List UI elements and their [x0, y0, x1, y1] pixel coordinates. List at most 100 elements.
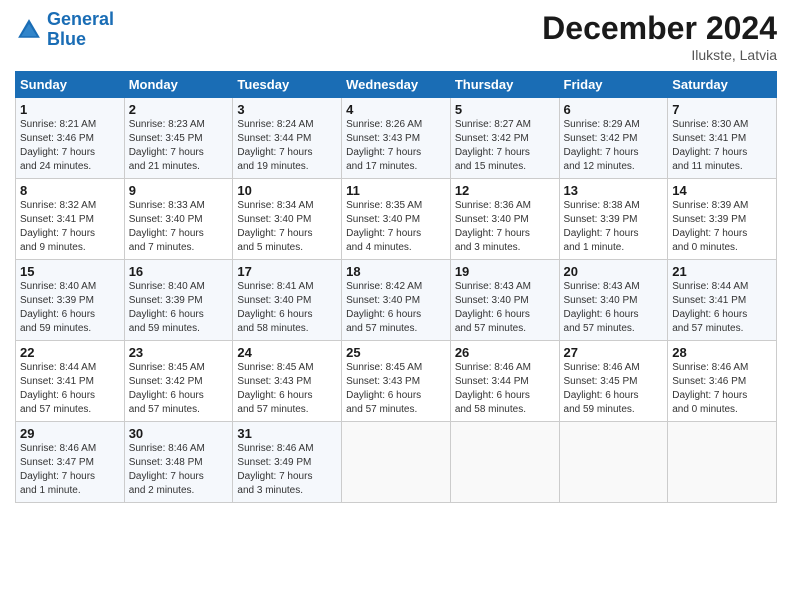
calendar-cell: 3Sunrise: 8:24 AM Sunset: 3:44 PM Daylig…	[233, 98, 342, 179]
day-number: 22	[20, 345, 120, 360]
logo: General Blue	[15, 10, 114, 50]
day-info: Sunrise: 8:44 AM Sunset: 3:41 PM Dayligh…	[672, 280, 772, 336]
day-number: 18	[346, 264, 446, 279]
day-number: 2	[129, 102, 229, 117]
logo-icon	[15, 16, 43, 44]
day-number: 16	[129, 264, 229, 279]
calendar-cell: 20Sunrise: 8:43 AM Sunset: 3:40 PM Dayli…	[559, 260, 668, 341]
day-number: 8	[20, 183, 120, 198]
calendar-cell: 29Sunrise: 8:46 AM Sunset: 3:47 PM Dayli…	[16, 422, 125, 503]
day-number: 14	[672, 183, 772, 198]
day-info: Sunrise: 8:43 AM Sunset: 3:40 PM Dayligh…	[564, 280, 664, 336]
day-info: Sunrise: 8:27 AM Sunset: 3:42 PM Dayligh…	[455, 118, 555, 174]
calendar-table: Sunday Monday Tuesday Wednesday Thursday…	[15, 71, 777, 503]
header: General Blue December 2024 Ilukste, Latv…	[15, 10, 777, 63]
calendar-cell: 17Sunrise: 8:41 AM Sunset: 3:40 PM Dayli…	[233, 260, 342, 341]
day-info: Sunrise: 8:24 AM Sunset: 3:44 PM Dayligh…	[237, 118, 337, 174]
calendar-cell: 25Sunrise: 8:45 AM Sunset: 3:43 PM Dayli…	[342, 341, 451, 422]
day-info: Sunrise: 8:40 AM Sunset: 3:39 PM Dayligh…	[129, 280, 229, 336]
day-info: Sunrise: 8:30 AM Sunset: 3:41 PM Dayligh…	[672, 118, 772, 174]
calendar-cell: 4Sunrise: 8:26 AM Sunset: 3:43 PM Daylig…	[342, 98, 451, 179]
col-monday: Monday	[124, 72, 233, 98]
day-info: Sunrise: 8:45 AM Sunset: 3:43 PM Dayligh…	[237, 361, 337, 417]
day-info: Sunrise: 8:46 AM Sunset: 3:48 PM Dayligh…	[129, 442, 229, 498]
col-friday: Friday	[559, 72, 668, 98]
calendar-cell: 11Sunrise: 8:35 AM Sunset: 3:40 PM Dayli…	[342, 179, 451, 260]
day-info: Sunrise: 8:36 AM Sunset: 3:40 PM Dayligh…	[455, 199, 555, 255]
page-title: December 2024	[542, 10, 777, 47]
day-info: Sunrise: 8:41 AM Sunset: 3:40 PM Dayligh…	[237, 280, 337, 336]
calendar-cell: 26Sunrise: 8:46 AM Sunset: 3:44 PM Dayli…	[450, 341, 559, 422]
day-info: Sunrise: 8:45 AM Sunset: 3:42 PM Dayligh…	[129, 361, 229, 417]
calendar-cell: 10Sunrise: 8:34 AM Sunset: 3:40 PM Dayli…	[233, 179, 342, 260]
day-info: Sunrise: 8:46 AM Sunset: 3:46 PM Dayligh…	[672, 361, 772, 417]
calendar-cell: 14Sunrise: 8:39 AM Sunset: 3:39 PM Dayli…	[668, 179, 777, 260]
day-number: 20	[564, 264, 664, 279]
day-info: Sunrise: 8:46 AM Sunset: 3:49 PM Dayligh…	[237, 442, 337, 498]
calendar-cell: 18Sunrise: 8:42 AM Sunset: 3:40 PM Dayli…	[342, 260, 451, 341]
title-block: December 2024 Ilukste, Latvia	[542, 10, 777, 63]
calendar-body: 1Sunrise: 8:21 AM Sunset: 3:46 PM Daylig…	[16, 98, 777, 503]
day-number: 30	[129, 426, 229, 441]
day-info: Sunrise: 8:34 AM Sunset: 3:40 PM Dayligh…	[237, 199, 337, 255]
day-number: 29	[20, 426, 120, 441]
day-info: Sunrise: 8:40 AM Sunset: 3:39 PM Dayligh…	[20, 280, 120, 336]
calendar-week-5: 29Sunrise: 8:46 AM Sunset: 3:47 PM Dayli…	[16, 422, 777, 503]
day-number: 19	[455, 264, 555, 279]
page-container: General Blue December 2024 Ilukste, Latv…	[0, 0, 792, 513]
day-info: Sunrise: 8:26 AM Sunset: 3:43 PM Dayligh…	[346, 118, 446, 174]
day-number: 10	[237, 183, 337, 198]
day-number: 6	[564, 102, 664, 117]
day-number: 1	[20, 102, 120, 117]
calendar-header: Sunday Monday Tuesday Wednesday Thursday…	[16, 72, 777, 98]
calendar-cell: 9Sunrise: 8:33 AM Sunset: 3:40 PM Daylig…	[124, 179, 233, 260]
day-number: 17	[237, 264, 337, 279]
col-thursday: Thursday	[450, 72, 559, 98]
day-number: 21	[672, 264, 772, 279]
day-info: Sunrise: 8:29 AM Sunset: 3:42 PM Dayligh…	[564, 118, 664, 174]
calendar-cell: 8Sunrise: 8:32 AM Sunset: 3:41 PM Daylig…	[16, 179, 125, 260]
day-info: Sunrise: 8:43 AM Sunset: 3:40 PM Dayligh…	[455, 280, 555, 336]
day-number: 13	[564, 183, 664, 198]
day-number: 11	[346, 183, 446, 198]
calendar-cell: 27Sunrise: 8:46 AM Sunset: 3:45 PM Dayli…	[559, 341, 668, 422]
calendar-cell: 1Sunrise: 8:21 AM Sunset: 3:46 PM Daylig…	[16, 98, 125, 179]
page-subtitle: Ilukste, Latvia	[542, 47, 777, 63]
calendar-cell: 30Sunrise: 8:46 AM Sunset: 3:48 PM Dayli…	[124, 422, 233, 503]
calendar-cell: 23Sunrise: 8:45 AM Sunset: 3:42 PM Dayli…	[124, 341, 233, 422]
calendar-week-4: 22Sunrise: 8:44 AM Sunset: 3:41 PM Dayli…	[16, 341, 777, 422]
day-number: 25	[346, 345, 446, 360]
calendar-cell	[559, 422, 668, 503]
day-number: 23	[129, 345, 229, 360]
calendar-week-1: 1Sunrise: 8:21 AM Sunset: 3:46 PM Daylig…	[16, 98, 777, 179]
day-number: 9	[129, 183, 229, 198]
day-info: Sunrise: 8:23 AM Sunset: 3:45 PM Dayligh…	[129, 118, 229, 174]
day-info: Sunrise: 8:38 AM Sunset: 3:39 PM Dayligh…	[564, 199, 664, 255]
calendar-cell	[668, 422, 777, 503]
calendar-cell: 28Sunrise: 8:46 AM Sunset: 3:46 PM Dayli…	[668, 341, 777, 422]
calendar-cell: 13Sunrise: 8:38 AM Sunset: 3:39 PM Dayli…	[559, 179, 668, 260]
day-info: Sunrise: 8:46 AM Sunset: 3:45 PM Dayligh…	[564, 361, 664, 417]
logo-text: General Blue	[47, 10, 114, 50]
day-info: Sunrise: 8:46 AM Sunset: 3:47 PM Dayligh…	[20, 442, 120, 498]
logo-line2: Blue	[47, 29, 86, 49]
day-number: 4	[346, 102, 446, 117]
calendar-cell	[450, 422, 559, 503]
day-info: Sunrise: 8:33 AM Sunset: 3:40 PM Dayligh…	[129, 199, 229, 255]
calendar-cell: 12Sunrise: 8:36 AM Sunset: 3:40 PM Dayli…	[450, 179, 559, 260]
day-info: Sunrise: 8:39 AM Sunset: 3:39 PM Dayligh…	[672, 199, 772, 255]
calendar-cell: 21Sunrise: 8:44 AM Sunset: 3:41 PM Dayli…	[668, 260, 777, 341]
calendar-week-2: 8Sunrise: 8:32 AM Sunset: 3:41 PM Daylig…	[16, 179, 777, 260]
day-number: 15	[20, 264, 120, 279]
header-row: Sunday Monday Tuesday Wednesday Thursday…	[16, 72, 777, 98]
day-number: 26	[455, 345, 555, 360]
day-number: 3	[237, 102, 337, 117]
calendar-cell	[342, 422, 451, 503]
day-info: Sunrise: 8:32 AM Sunset: 3:41 PM Dayligh…	[20, 199, 120, 255]
col-saturday: Saturday	[668, 72, 777, 98]
day-number: 7	[672, 102, 772, 117]
day-number: 12	[455, 183, 555, 198]
calendar-cell: 7Sunrise: 8:30 AM Sunset: 3:41 PM Daylig…	[668, 98, 777, 179]
col-tuesday: Tuesday	[233, 72, 342, 98]
day-info: Sunrise: 8:42 AM Sunset: 3:40 PM Dayligh…	[346, 280, 446, 336]
